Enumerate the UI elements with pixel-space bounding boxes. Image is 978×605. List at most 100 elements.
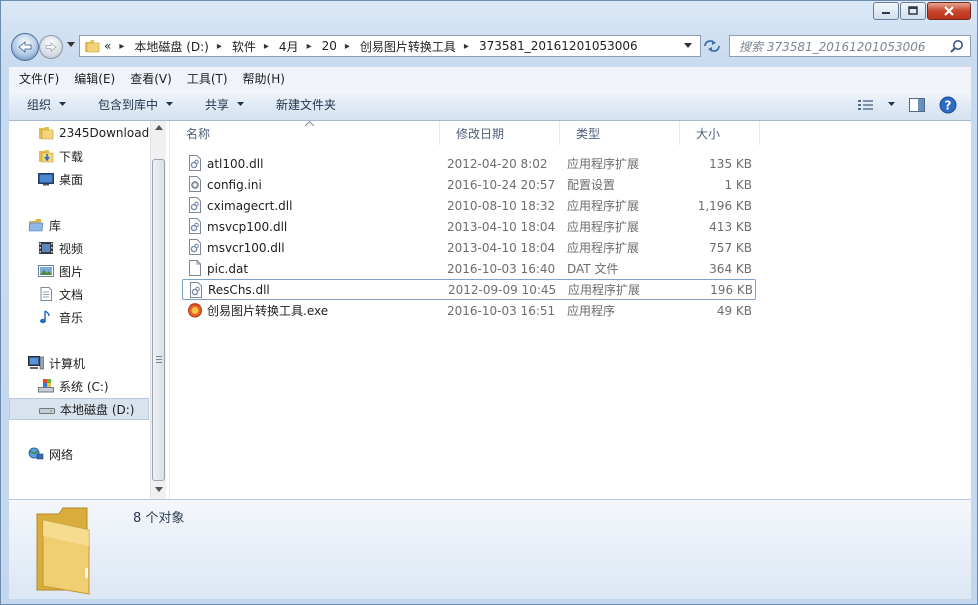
breadcrumb-separator[interactable]: ▸ [345,41,350,52]
maximize-button[interactable] [900,2,926,20]
scrollbar-thumb[interactable] [152,159,165,481]
sidebar-item-libraries[interactable]: 库 [28,215,61,235]
file-row[interactable]: pic.dat 2016-10-03 16:40 DAT 文件 364 KB [182,258,756,279]
menu-tools[interactable]: 工具(T) [177,70,233,87]
breadcrumb-separator[interactable]: ▸ [264,41,269,52]
refresh-button[interactable] [699,35,725,57]
sidebar-item-label: 2345Downloads [59,126,149,140]
file-row[interactable]: 创易图片转换工具.exe 2016-10-03 16:51 应用程序 49 KB [182,300,756,321]
column-header-size[interactable]: 大小 [680,121,760,145]
preview-pane-button[interactable] [909,97,925,112]
sidebar-item-local-drive-d[interactable]: 本地磁盘 (D:) [9,398,149,420]
file-date: 2016-10-03 16:40 [447,261,556,276]
menu-edit[interactable]: 编辑(E) [64,70,120,87]
file-row[interactable]: msvcp100.dll 2013-04-10 18:04 应用程序扩展 413… [182,216,756,237]
local-drive-icon [39,401,55,417]
minimize-button[interactable] [873,2,899,20]
breadcrumb-separator[interactable]: ▸ [464,41,469,52]
file-size: 196 KB [710,282,753,297]
address-bar[interactable]: « ▸ 本地磁盘 (D:) ▸ 软件 ▸ 4月 ▸ 20 ▸ 创易图片转换工具 ▸ 3735… [79,35,701,57]
refresh-icon [704,40,720,52]
breadcrumb-item[interactable]: 软件 [232,38,256,55]
address-history-dropdown-icon[interactable] [684,43,692,49]
scroll-up-icon[interactable] [155,125,163,130]
breadcrumb-overflow[interactable]: « [104,39,111,53]
file-date: 2013-04-10 18:04 [447,240,556,255]
scroll-down-icon[interactable] [155,487,163,492]
file-size: 135 KB [709,156,752,171]
breadcrumb-item[interactable]: 4月 [279,38,299,55]
computer-icon [28,355,44,371]
back-arrow-icon [18,41,32,53]
file-name: msvcr100.dll [207,240,285,255]
sort-ascending-icon [305,121,314,127]
organize-button[interactable]: 组织 [27,96,67,113]
documents-library-icon [38,286,54,302]
sidebar-item-computer[interactable]: 计算机 [28,353,85,373]
navigation-pane-scrollbar[interactable] [150,121,167,499]
back-button[interactable] [11,33,39,61]
minimize-icon [882,12,890,14]
column-header-type[interactable]: 类型 [560,121,680,145]
breadcrumb-item[interactable]: 创易图片转换工具 [360,38,456,55]
menu-file[interactable]: 文件(F) [9,70,64,87]
breadcrumb-separator[interactable]: ▸ [119,41,124,52]
include-in-library-button[interactable]: 包含到库中 [98,96,174,113]
sidebar-item-network[interactable]: 网络 [28,444,73,464]
breadcrumb-item[interactable]: 20 [322,39,337,53]
chevron-down-icon [888,102,895,106]
sidebar-item-videos[interactable]: 视频 [38,238,83,258]
close-button[interactable] [927,2,971,20]
file-type: 应用程序 [567,304,616,318]
video-library-icon [38,240,54,256]
sidebar-item-2345downloads[interactable]: 2345Downloads [38,123,149,143]
file-size: 1,196 KB [697,198,752,213]
sidebar-item-documents[interactable]: 文档 [38,284,83,304]
view-controls: ? [858,89,971,120]
breadcrumb-item-current[interactable]: 373581_20161201053006 [479,39,638,53]
music-library-icon [38,309,54,325]
close-icon [944,6,954,16]
file-row[interactable]: cximagecrt.dll 2010-08-10 18:32 应用程序扩展 1… [182,195,756,216]
forward-button[interactable] [39,35,63,59]
sidebar-item-music[interactable]: 音乐 [38,307,83,327]
sidebar-item-system-drive[interactable]: 系统 (C:) [38,376,109,396]
change-view-button[interactable] [858,99,895,111]
file-row-focused[interactable]: ResChs.dll 2012-09-09 10:45 应用程序扩展 196 K… [182,279,756,300]
sidebar-item-label: 计算机 [49,356,86,371]
preview-pane-icon [909,97,925,112]
column-header-date[interactable]: 修改日期 [440,121,560,145]
system-drive-icon [38,378,54,394]
dll-file-icon [189,197,201,213]
file-name: cximagecrt.dll [207,198,293,213]
menu-view[interactable]: 查看(V) [120,70,177,87]
breadcrumb-separator[interactable]: ▸ [217,41,222,52]
file-row[interactable]: config.ini 2016-10-24 20:57 配置设置 1 KB [182,174,756,195]
dll-file-icon [189,218,201,234]
sidebar-item-label: 桌面 [59,172,84,187]
file-date: 2013-04-10 18:04 [447,219,556,234]
new-folder-button[interactable]: 新建文件夹 [276,96,336,113]
file-date: 2012-04-20 8:02 [447,156,548,171]
menu-help[interactable]: 帮助(H) [233,70,290,87]
desktop-icon [38,171,54,187]
organize-label: 组织 [27,98,52,112]
chevron-down-icon [237,102,245,106]
search-box [729,35,971,57]
file-name: 创易图片转换工具.exe [207,304,329,318]
recent-pages-dropdown-icon[interactable] [67,42,75,48]
sidebar-item-pictures[interactable]: 图片 [38,261,83,281]
search-icon[interactable] [950,39,964,53]
breadcrumb-separator[interactable]: ▸ [307,41,312,52]
share-button[interactable]: 共享 [205,96,245,113]
file-list: 名称 修改日期 类型 大小 atl100.dll 2012-04-20 8:02… [170,121,971,499]
file-row[interactable]: msvcr100.dll 2013-04-10 18:04 应用程序扩展 757… [182,237,756,258]
sidebar-item-desktop[interactable]: 桌面 [38,169,83,189]
sidebar-item-downloads[interactable]: 下载 [38,146,83,166]
dll-file-icon [189,155,201,171]
folder-icon [85,40,100,53]
search-input[interactable] [737,37,951,57]
help-button[interactable]: ? [939,96,957,114]
breadcrumb-item[interactable]: 本地磁盘 (D:) [134,38,208,55]
file-row[interactable]: atl100.dll 2012-04-20 8:02 应用程序扩展 135 KB [182,153,756,174]
